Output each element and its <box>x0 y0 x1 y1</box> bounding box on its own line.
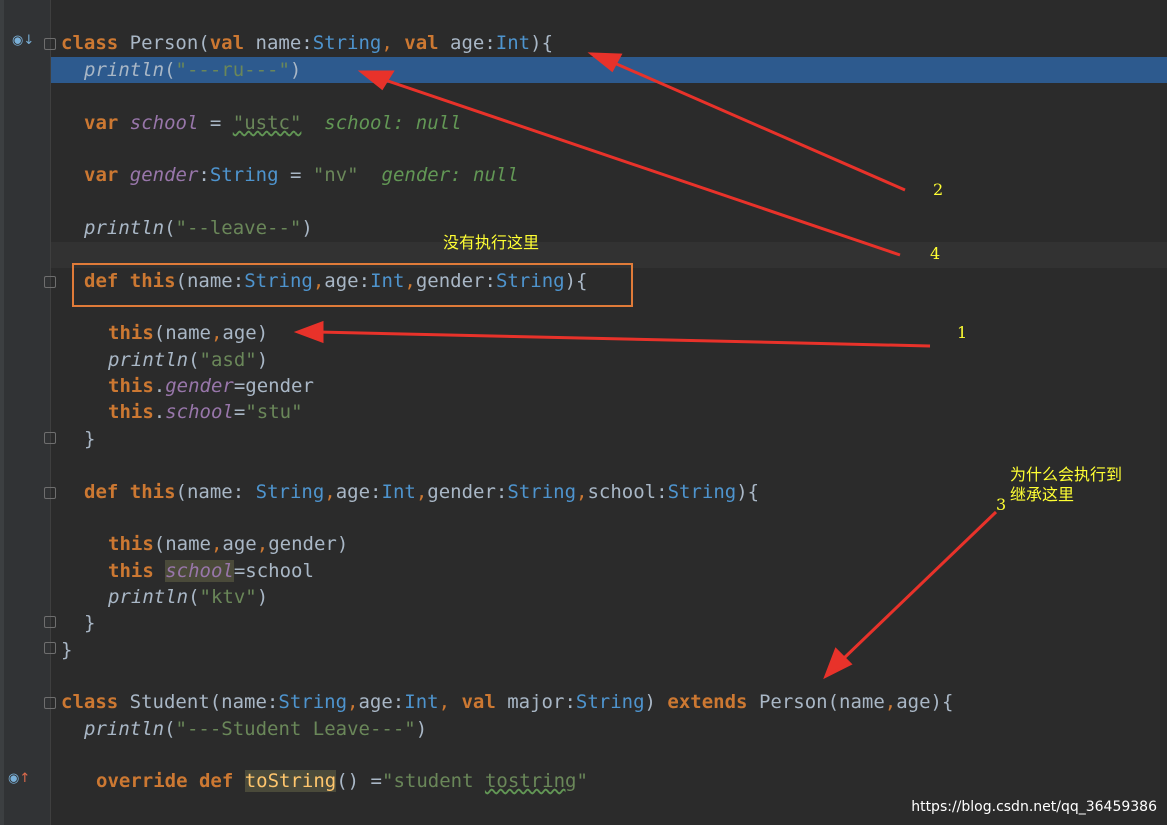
arrow-4 <box>384 78 901 257</box>
arrow-1-head <box>293 320 324 344</box>
watermark: https://blog.csdn.net/qq_36459386 <box>911 799 1157 815</box>
arrow-4-head <box>357 70 395 91</box>
arrow-2-head <box>587 52 623 73</box>
code-editor[interactable]: ◉↓ ◉↑ class Person(val name:String, val … <box>0 0 1167 825</box>
arrow-1 <box>317 330 931 348</box>
arrow-3 <box>840 510 998 662</box>
annotation-arrows <box>293 52 998 680</box>
